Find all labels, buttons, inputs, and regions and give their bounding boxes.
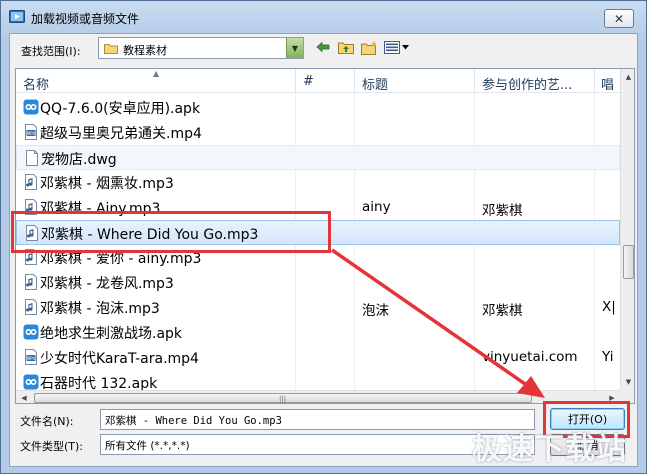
file-row[interactable]: MP4 少女时代KaraT-ara.mp4 vinyuetai.com Yi: [16, 345, 620, 370]
file-title: ainy: [362, 199, 391, 215]
sort-ascending-icon: ▲: [153, 69, 160, 78]
list-header: 名称 ▲ # 标题 参与创作的艺... 唱: [16, 69, 620, 93]
file-artist: 邓紫棋: [482, 303, 523, 319]
filetype-select[interactable]: 所有文件 (*.*,*.*): [100, 434, 535, 455]
column-header-extra[interactable]: 唱: [601, 69, 614, 93]
mp3-icon: [23, 174, 39, 190]
new-folder-button[interactable]: [360, 39, 378, 55]
apk-icon: [23, 99, 39, 115]
folder-icon: [104, 44, 118, 54]
file-row[interactable]: 邓紫棋 - 龙卷风.mp3: [16, 270, 620, 295]
svg-text:MP4: MP4: [27, 356, 36, 361]
file-name: 邓紫棋 - 烟熏妆.mp3: [40, 176, 174, 192]
title-bar[interactable]: 加载视频或音频文件 ✕: [1, 1, 646, 33]
window-title: 加载视频或音频文件: [31, 12, 140, 26]
file-name: 邓紫棋 - 龙卷风.mp3: [40, 276, 174, 292]
highlight-box-selected-file: [11, 211, 331, 253]
close-button[interactable]: ✕: [604, 9, 634, 28]
column-separator: [594, 69, 595, 93]
lookin-value: 教程素材: [123, 44, 167, 57]
horizontal-scrollbar[interactable]: ◀ ||| ▶: [16, 390, 620, 403]
column-header-title[interactable]: 标题: [362, 69, 388, 93]
mp3-icon: [23, 274, 39, 290]
mp4-icon: MP4: [23, 349, 39, 365]
folder-up-icon: [338, 42, 354, 54]
file-name: 宠物店.dwg: [41, 152, 117, 168]
document-icon: [24, 150, 40, 166]
file-row[interactable]: QQ-7.6.0(安卓应用).apk: [16, 95, 620, 120]
app-icon: [9, 10, 25, 23]
scroll-left-button[interactable]: ◀: [16, 391, 32, 403]
column-separator: [295, 69, 296, 93]
back-button[interactable]: [315, 39, 331, 55]
watermark: 极速下载站: [472, 432, 627, 467]
scroll-down-button[interactable]: ▼: [621, 374, 634, 390]
vertical-scroll-thumb[interactable]: [623, 245, 634, 279]
column-separator: [354, 69, 355, 93]
file-artist: 邓紫棋: [482, 203, 523, 219]
scroll-up-button[interactable]: ▲: [621, 69, 634, 85]
column-separator: [474, 69, 475, 93]
close-icon: ✕: [613, 11, 625, 26]
file-name: QQ-7.6.0(安卓应用).apk: [40, 101, 201, 117]
horizontal-scroll-thumb[interactable]: |||: [34, 393, 532, 403]
apk-icon: [23, 374, 39, 390]
file-name: 绝地求生刺激战场.apk: [40, 326, 183, 342]
file-row[interactable]: 邓紫棋 - 烟熏妆.mp3: [16, 170, 620, 195]
filename-field[interactable]: 邓紫棋 - Where Did You Go.mp3: [100, 409, 535, 430]
file-artist: vinyuetai.com: [482, 349, 578, 365]
back-arrow-icon: [316, 41, 330, 53]
chevron-up-icon: ▲: [625, 73, 632, 81]
file-row[interactable]: 邓紫棋 - 泡沫.mp3 泡沫 邓紫棋 X|: [16, 295, 620, 320]
mp3-icon: [23, 299, 39, 315]
lookin-combo[interactable]: 教程素材 ▼: [98, 37, 304, 59]
file-title: 泡沫: [362, 303, 389, 319]
vertical-scrollbar[interactable]: ▲ ▼: [620, 69, 634, 390]
chevron-left-icon: ◀: [21, 394, 27, 402]
chevron-down-icon: ▼: [625, 378, 632, 386]
grip-icon: |||: [279, 395, 287, 403]
file-name: 邓紫棋 - 泡沫.mp3: [40, 301, 160, 317]
svg-text:MP4: MP4: [27, 131, 36, 136]
up-folder-button[interactable]: [337, 39, 355, 55]
lookin-label: 查找范围(I):: [21, 45, 81, 58]
chevron-down-icon: ▼: [291, 43, 299, 53]
file-name: 少女时代KaraT-ara.mp4: [40, 351, 199, 367]
file-row[interactable]: 宠物店.dwg: [16, 145, 620, 170]
filetype-label: 文件类型(T):: [20, 440, 84, 453]
file-extra: X|: [602, 299, 616, 315]
filename-label: 文件名(N):: [20, 415, 74, 428]
file-row[interactable]: 绝地求生刺激战场.apk: [16, 320, 620, 345]
column-header-name[interactable]: 名称: [23, 69, 49, 93]
view-menu-button[interactable]: [383, 39, 411, 55]
apk-icon: [23, 324, 39, 340]
lookin-dropdown-button[interactable]: ▼: [286, 38, 303, 58]
mp4-icon: MP4: [23, 124, 39, 140]
column-header-number[interactable]: #: [303, 69, 314, 93]
file-name: 超级马里奥兄弟通关.mp4: [40, 126, 202, 142]
file-row[interactable]: MP4 超级马里奥兄弟通关.mp4: [16, 120, 620, 145]
view-menu-icon: [384, 40, 409, 54]
new-folder-icon: [360, 40, 377, 55]
column-header-artist[interactable]: 参与创作的艺...: [482, 69, 572, 93]
file-extra: Yi: [602, 349, 614, 365]
